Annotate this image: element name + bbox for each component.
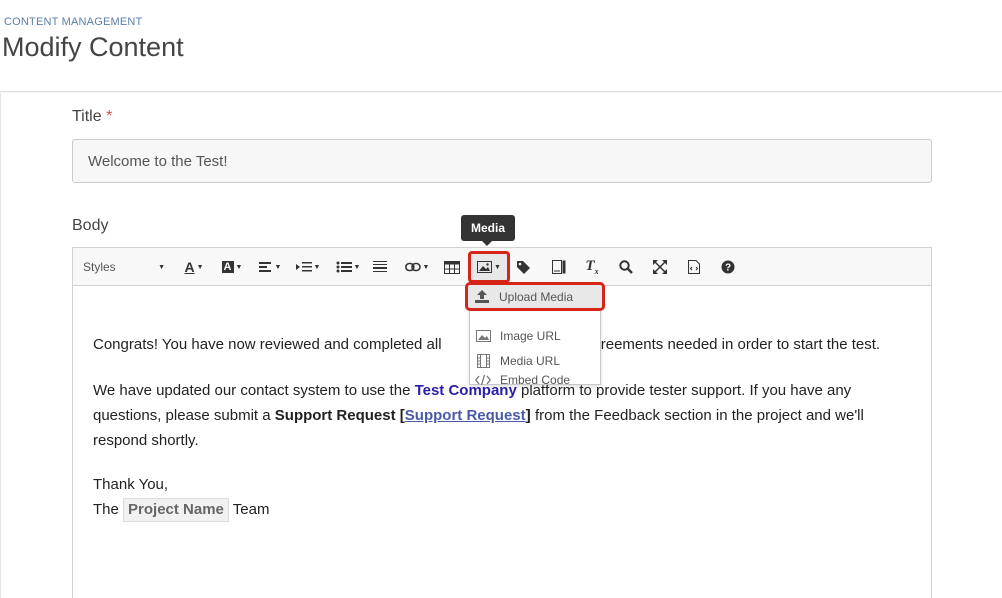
font-color-button[interactable]: A ▼ (181, 256, 207, 278)
image-icon (475, 329, 491, 342)
title-label-text: Title (72, 108, 102, 125)
chevron-down-icon: ▼ (235, 263, 243, 271)
paragraph-contact: We have updated our contact system to us… (93, 382, 864, 449)
horizontal-rule-button[interactable] (371, 256, 389, 278)
tooltip-arrow (482, 241, 492, 246)
menu-item-label: Image URL (500, 328, 561, 343)
team-text: Team (228, 501, 270, 518)
bracket-open: [ (395, 407, 405, 424)
indent-button[interactable]: ▼ (294, 256, 322, 278)
link-button[interactable]: ▼ (403, 256, 431, 278)
film-icon (476, 353, 490, 368)
title-input[interactable] (72, 139, 932, 183)
the-text: The (93, 501, 124, 518)
chevron-down-icon: ▼ (158, 263, 165, 271)
menu-item-media-url[interactable]: Media URL (470, 348, 600, 373)
template-button[interactable] (550, 256, 568, 278)
chevron-down-icon: ▼ (353, 263, 361, 271)
media-tooltip: Media (461, 215, 515, 241)
chevron-down-icon: ▼ (196, 263, 204, 271)
fullscreen-icon (653, 260, 667, 274)
breadcrumb[interactable]: CONTENT MANAGEMENT (4, 16, 142, 28)
thank-you-text: Thank You, (93, 476, 169, 493)
support-request-bold: Support Request (274, 407, 396, 424)
menu-item-label: Embed Code (500, 373, 571, 387)
chevron-down-icon: ▼ (422, 263, 430, 271)
svg-text:?: ? (725, 263, 731, 274)
congrats-text-a: Congrats! You have now reviewed and comp… (93, 336, 442, 353)
list-icon (336, 261, 352, 273)
background-color-button[interactable]: A ▼ (218, 256, 246, 278)
table-button[interactable] (443, 256, 461, 278)
support-request-link[interactable]: Support Request (405, 407, 526, 424)
project-name-placeholder[interactable]: Project Name (123, 498, 229, 522)
menu-item-embed-code[interactable]: Embed Code (470, 373, 600, 387)
tag-icon (517, 261, 530, 274)
chevron-down-icon: ▼ (313, 263, 321, 271)
code-icon (475, 374, 491, 386)
help-button[interactable]: ? (719, 256, 737, 278)
body-label: Body (72, 217, 109, 234)
styles-label: Styles (83, 260, 116, 274)
editor-toolbar: Styles ▼ A ▼ A ▼ ▼ ▼ ▼ ▼ ▼ Tx ? (73, 248, 931, 286)
styles-dropdown[interactable]: Styles ▼ (83, 256, 165, 278)
menu-item-label: Media URL (500, 353, 561, 368)
background-color-icon: A (221, 261, 234, 273)
indent-icon (295, 262, 312, 272)
fullscreen-button[interactable] (651, 256, 669, 278)
chevron-down-icon: ▼ (494, 263, 501, 271)
menu-item-image-url[interactable]: Image URL (470, 323, 600, 348)
horizontal-rule-icon (373, 261, 387, 272)
required-mark: * (106, 108, 113, 125)
title-label: Title * (72, 108, 112, 126)
upload-icon (475, 290, 489, 303)
search-button[interactable] (617, 256, 635, 278)
list-button[interactable]: ▼ (334, 256, 362, 278)
congrats-text-b: d agreements needed in order to start th… (571, 336, 881, 353)
link-icon (404, 262, 421, 272)
search-icon (619, 260, 633, 274)
tag-button[interactable] (515, 256, 533, 278)
template-icon (552, 260, 566, 274)
page-header: CONTENT MANAGEMENT Modify Content (0, 0, 1002, 92)
upload-media-row: Upload Media (469, 285, 599, 308)
clear-format-button[interactable]: Tx (583, 256, 601, 278)
source-button[interactable] (685, 256, 703, 278)
align-icon (258, 262, 271, 272)
page-title: Modify Content (2, 32, 184, 62)
contact-text-a: We have updated our contact system to us… (93, 382, 415, 399)
paragraph-signoff: Thank You, The Project Name Team (93, 472, 913, 522)
table-icon (444, 260, 460, 274)
align-button[interactable]: ▼ (257, 256, 283, 278)
menu-item-upload-media[interactable]: Upload Media (465, 282, 605, 311)
help-icon: ? (721, 260, 735, 274)
chevron-down-icon: ▼ (274, 263, 282, 271)
clear-format-icon: Tx (585, 258, 599, 276)
source-icon (688, 260, 700, 274)
menu-item-label: Upload Media (499, 289, 574, 304)
media-button[interactable]: ▼ (468, 251, 510, 283)
image-icon (477, 261, 493, 273)
font-color-icon: A (184, 259, 195, 275)
